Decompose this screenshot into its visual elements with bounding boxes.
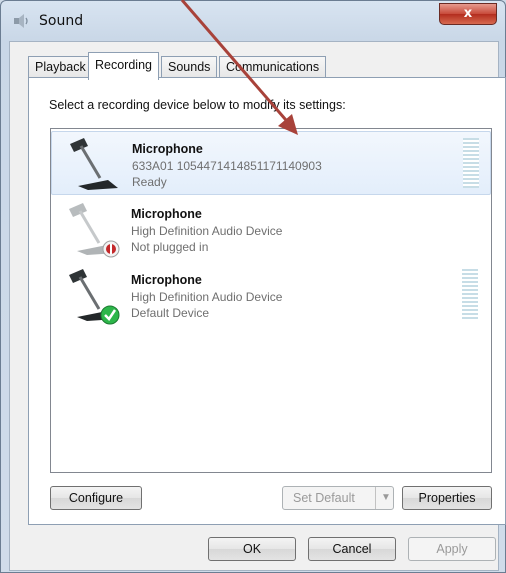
tab-recording[interactable]: Recording bbox=[88, 52, 159, 80]
set-default-label: Set Default bbox=[293, 491, 355, 505]
device-detail: 633A01 1054471414851171140903 bbox=[132, 159, 322, 173]
close-button[interactable]: x bbox=[439, 3, 497, 25]
device-name: Microphone bbox=[132, 142, 203, 156]
device-name: Microphone bbox=[131, 273, 202, 287]
apply-button[interactable]: Apply bbox=[408, 537, 496, 561]
ok-button[interactable]: OK bbox=[208, 537, 296, 561]
level-meter bbox=[462, 269, 478, 319]
title-bar[interactable]: Sound x bbox=[1, 1, 505, 41]
set-default-button[interactable]: Set Default ▼ bbox=[282, 486, 394, 510]
device-item[interactable]: Microphone 633A01 1054471414851171140903… bbox=[51, 131, 491, 195]
speaker-icon bbox=[14, 14, 28, 28]
properties-button[interactable]: Properties bbox=[402, 486, 492, 510]
window-title: Sound bbox=[39, 13, 84, 29]
device-status: Default Device bbox=[131, 306, 210, 320]
dropdown-arrow-icon[interactable]: ▼ bbox=[375, 487, 396, 509]
device-status: Not plugged in bbox=[131, 240, 209, 254]
microphone-icon bbox=[70, 138, 118, 190]
recording-tab-panel: Select a recording device below to modif… bbox=[28, 77, 506, 525]
microphone-default-icon bbox=[69, 269, 120, 325]
device-name: Microphone bbox=[131, 207, 202, 221]
level-meter bbox=[463, 138, 479, 188]
sound-dialog: Sound x Playback Recording Sounds Commun… bbox=[0, 0, 506, 573]
recording-device-list[interactable]: Microphone 633A01 1054471414851171140903… bbox=[50, 128, 492, 473]
device-detail: High Definition Audio Device bbox=[131, 224, 283, 238]
device-detail: High Definition Audio Device bbox=[131, 290, 283, 304]
device-item[interactable]: Microphone High Definition Audio Device … bbox=[51, 263, 491, 327]
cancel-button[interactable]: Cancel bbox=[308, 537, 396, 561]
microphone-unplugged-icon bbox=[69, 203, 120, 258]
close-icon: x bbox=[463, 6, 473, 21]
tab-sounds[interactable]: Sounds bbox=[161, 56, 218, 78]
tab-communications[interactable]: Communications bbox=[219, 56, 327, 78]
configure-button[interactable]: Configure bbox=[50, 486, 142, 510]
instruction-text: Select a recording device below to modif… bbox=[49, 98, 346, 112]
tab-playback[interactable]: Playback bbox=[28, 56, 93, 78]
dialog-client-area: Playback Recording Sounds Communications… bbox=[9, 41, 506, 571]
device-item[interactable]: Microphone High Definition Audio Device … bbox=[51, 197, 491, 261]
device-status: Ready bbox=[132, 175, 167, 189]
